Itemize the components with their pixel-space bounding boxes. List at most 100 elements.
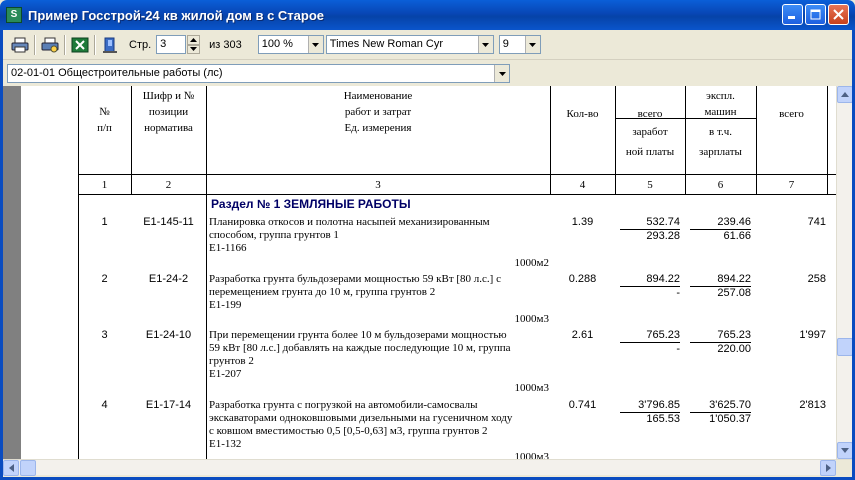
row-unit: 1000м3: [514, 382, 549, 394]
row-machine-wage: 257.08: [717, 287, 751, 299]
scroll-down-icon[interactable]: [837, 442, 852, 459]
row-machines: 3'625.70: [690, 399, 751, 413]
row-unit: 1000м2: [514, 257, 549, 269]
toolbar: Стр. 3 из 303 100 % Times New Roman Cyr …: [3, 30, 852, 60]
row-machines: 894.22: [690, 273, 751, 287]
row-number: 4: [101, 399, 108, 411]
maximize-button[interactable]: [805, 4, 826, 25]
row-quantity: 1.39: [571, 216, 594, 228]
header-quantity: Кол-во: [566, 108, 599, 120]
font-value: Times New Roman Cyr: [329, 38, 444, 50]
row-sum: 741: [807, 216, 826, 228]
toolbar-separator: [94, 34, 96, 55]
zoom-value: 100 %: [261, 38, 293, 50]
row-total: 765.23: [620, 329, 680, 343]
column-number: 2: [165, 179, 172, 191]
section-bar: 02-01-01 Общестроительные работы (лс): [3, 61, 852, 86]
scroll-left-icon[interactable]: [3, 460, 19, 476]
page-spinner[interactable]: [187, 35, 201, 54]
column-number: 6: [717, 179, 724, 191]
vertical-scrollbar[interactable]: [836, 86, 852, 459]
column-number: 7: [788, 179, 795, 191]
estimate-page: № п/п Шифр и № позиции норматива Наименован…: [21, 86, 836, 459]
row-sum: 2'813: [799, 399, 826, 411]
horizontal-scroll-thumb[interactable]: [20, 460, 36, 476]
row-unit: 1000м3: [514, 313, 549, 325]
row-name: Планировка откосов и полотна насыпей мех…: [209, 216, 490, 254]
spin-down-icon[interactable]: [187, 44, 201, 54]
row-code: Е1-24-10: [145, 329, 192, 341]
row-number: 1: [101, 216, 108, 228]
row-number: 2: [101, 273, 108, 285]
scroll-up-icon[interactable]: [837, 86, 852, 103]
row-machine-wage: 1'050.37: [709, 413, 751, 425]
maximize-icon: [810, 9, 821, 20]
close-button[interactable]: [828, 4, 849, 25]
scroll-right-icon[interactable]: [820, 460, 836, 476]
document-viewer[interactable]: № п/п Шифр и № позиции норматива Наименован…: [3, 86, 852, 459]
vertical-scroll-thumb[interactable]: [837, 338, 852, 356]
spin-up-icon[interactable]: [187, 35, 201, 45]
row-machine-wage: 220.00: [717, 343, 751, 355]
row-sum: 258: [807, 273, 826, 285]
estimate-table: № п/п Шифр и № позиции норматива Наименован…: [21, 86, 836, 459]
header-machine-wage: в т.ч. зарплаты: [699, 126, 742, 158]
header-name: Наименование работ и затрат Ед. измерения: [343, 90, 413, 134]
toolbar-separator: [64, 34, 66, 55]
header-total: всего: [637, 108, 663, 120]
section-title: Раздел № 1 ЗЕМЛЯНЫЕ РАБОТЫ: [211, 197, 411, 211]
row-machine-wage: 61.66: [723, 230, 751, 242]
row-machines: 765.23: [690, 329, 751, 343]
column-number: 1: [101, 179, 108, 191]
page-number-input[interactable]: 3: [156, 35, 187, 54]
toolbar-separator: [34, 34, 36, 55]
row-code: Е1-24-2: [148, 273, 189, 285]
row-quantity: 0.288: [568, 273, 597, 285]
row-wage: 165.53: [646, 413, 680, 425]
zoom-select[interactable]: 100 %: [257, 35, 324, 54]
close-icon: [833, 9, 844, 20]
row-quantity: 0.741: [568, 399, 597, 411]
chevron-down-icon[interactable]: [524, 36, 540, 53]
row-wage: -: [676, 287, 680, 299]
row-total: 3'796.85: [620, 399, 680, 413]
chevron-down-icon[interactable]: [494, 65, 509, 82]
header-machines: экспл. машин: [704, 90, 737, 118]
row-code: Е1-17-14: [145, 399, 192, 411]
font-size-select[interactable]: 9: [498, 35, 541, 54]
page-label: Стр.: [129, 38, 152, 51]
row-code: Е1-145-11: [143, 216, 194, 228]
row-number: 3: [101, 329, 108, 341]
horizontal-scrollbar[interactable]: [3, 459, 852, 476]
column-number: 3: [375, 179, 381, 191]
app-icon: S: [6, 7, 22, 23]
row-quantity: 2.61: [571, 329, 594, 341]
minimize-button[interactable]: [782, 4, 803, 25]
excel-export-icon[interactable]: [69, 34, 91, 56]
print-icon[interactable]: [9, 34, 31, 56]
row-wage: -: [676, 343, 680, 355]
font-size-value: 9: [502, 38, 509, 50]
section-value: 02-01-01 Общестроительные работы (лс): [11, 67, 223, 79]
chevron-down-icon[interactable]: [477, 36, 493, 53]
header-code: Шифр и № позиции норматива: [142, 90, 195, 134]
door-exit-icon[interactable]: [99, 34, 121, 56]
row-name: При перемещении грунта более 10 м бульдо…: [209, 329, 511, 380]
header-wage: заработ ной платы: [625, 126, 675, 158]
font-select[interactable]: Times New Roman Cyr: [325, 35, 494, 54]
chevron-down-icon[interactable]: [307, 36, 323, 53]
size-grip: [836, 460, 852, 476]
print-preview-icon[interactable]: [39, 34, 61, 56]
header-number: № п/п: [97, 106, 112, 134]
page-count-label: из 303: [209, 38, 242, 51]
row-total: 894.22: [620, 273, 680, 287]
title-bar[interactable]: S Пример Госстрой-24 кв жилой дом в с Ст…: [0, 0, 855, 30]
column-number: 5: [647, 179, 653, 191]
row-sum: 1'997: [799, 329, 826, 341]
minimize-icon: [788, 16, 795, 19]
row-name: Разработка грунта с погрузкой на автомоб…: [209, 399, 513, 450]
section-select[interactable]: 02-01-01 Общестроительные работы (лс): [7, 64, 510, 83]
header-sum: всего: [779, 108, 804, 120]
row-wage: 293.28: [646, 230, 680, 242]
column-number: 4: [579, 179, 586, 191]
